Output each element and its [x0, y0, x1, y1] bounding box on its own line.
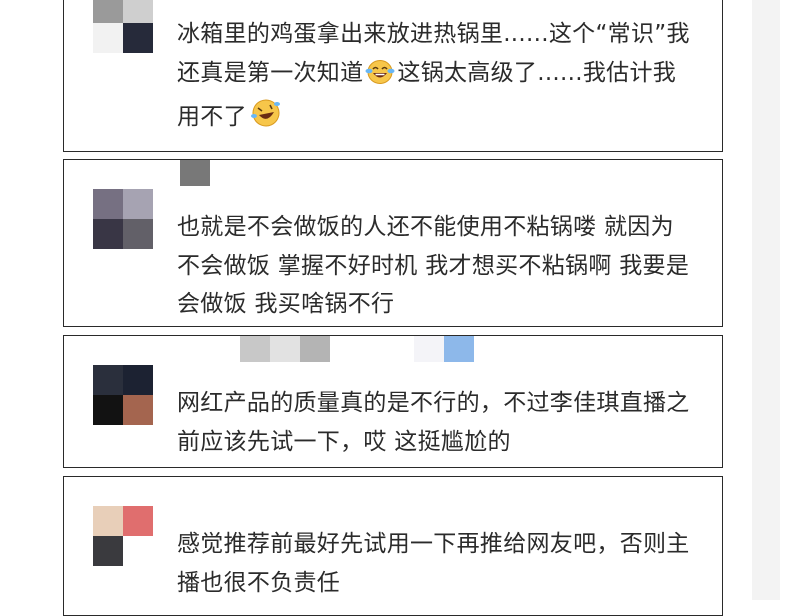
blurred-badge: [414, 336, 474, 362]
comment-card: 也就是不会做饭的人还不能使用不粘锅喽 就因为不会做饭 掌握不好时机 我才想买不粘…: [63, 159, 723, 327]
comment-text: 网红产品的质量真的是不行的，不过李佳琪直播之前应该先试一下，哎 这挺尴尬的: [177, 390, 690, 455]
comment-card: 冰箱里的鸡蛋拿出来放进热锅里......这个“常识”我还真是第一次知道 这锅太高…: [63, 0, 723, 152]
rolling-laugh-icon: [249, 97, 283, 142]
comment-text: 感觉推荐前最好先试用一下再推给网友吧，否则主播也很不负责任: [177, 531, 690, 596]
avatar[interactable]: [93, 365, 153, 425]
blurred-username: [240, 336, 330, 362]
scrollbar-track[interactable]: [752, 0, 780, 600]
comment-card: 网红产品的质量真的是不行的，不过李佳琪直播之前应该先试一下，哎 这挺尴尬的: [63, 335, 723, 468]
blurred-username: [180, 160, 210, 186]
comment-card: 感觉推荐前最好先试用一下再推给网友吧，否则主播也很不负责任: [63, 476, 723, 616]
comment-text: 冰箱里的鸡蛋拿出来放进热锅里......这个“常识”我还真是第一次知道 这锅太高…: [177, 15, 697, 142]
avatar[interactable]: [93, 189, 153, 249]
comment-text: 也就是不会做饭的人还不能使用不粘锅喽 就因为不会做饭 掌握不好时机 我才想买不粘…: [177, 214, 690, 317]
laugh-tears-icon: [365, 59, 395, 98]
avatar[interactable]: [93, 506, 153, 566]
avatar[interactable]: [93, 0, 153, 53]
